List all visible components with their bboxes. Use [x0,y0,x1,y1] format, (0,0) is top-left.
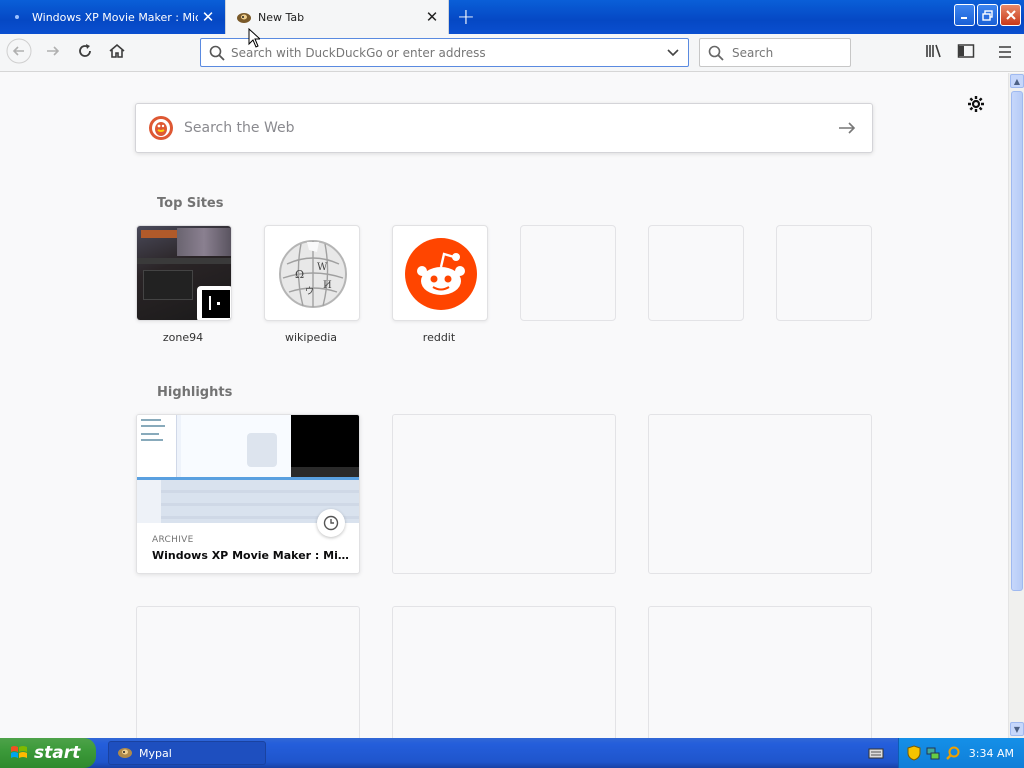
top-site-empty-slot [776,225,872,321]
highlights-heading: Highlights [157,385,233,400]
back-button[interactable] [5,38,33,68]
vertical-scrollbar[interactable]: ▲ ▼ [1008,73,1024,738]
sidebar-icon [957,43,975,63]
scroll-up-arrow-icon[interactable]: ▲ [1010,74,1024,88]
top-site-label: reddit [422,331,456,344]
restore-button[interactable] [977,4,998,26]
new-tab-page: Top Sites zone94 Ω WИウ wikipedia reddit H… [0,73,1008,738]
svg-text:Ω: Ω [295,268,304,281]
scrollbar-thumb[interactable] [1011,91,1023,591]
mypal-favicon-icon [236,10,251,24]
forward-button[interactable] [39,39,67,67]
taskbar-clock: 3:34 AM [968,746,1014,760]
reload-icon [76,42,94,64]
taskbar-item-mypal[interactable]: Mypal [108,741,266,765]
windows-logo-icon [10,744,28,762]
menu-button[interactable] [991,39,1019,67]
highlight-thumbnail [137,415,359,523]
home-button[interactable] [103,39,131,67]
forward-arrow-icon [44,42,62,64]
windows-taskbar: start Mypal 3:34 AM [0,738,1024,768]
tab-movie-maker[interactable]: Windows XP Movie Maker : Microsoft ✕ [0,0,224,34]
web-search-input[interactable] [184,120,838,136]
highlight-empty-slot [648,414,872,574]
security-shield-icon[interactable] [907,745,921,761]
navigation-toolbar [0,34,1024,72]
close-tab-icon[interactable]: ✕ [198,7,218,27]
clock-icon [317,509,345,537]
svg-text:W: W [317,262,328,273]
page-favicon-icon [10,10,24,24]
highlight-empty-slot [392,606,616,738]
zone94-thumbnail [137,226,231,320]
gear-icon [967,95,985,117]
svg-text:И: И [323,280,332,291]
tab-title: New Tab [258,10,305,24]
highlight-title: Windows XP Movie Maker : Micr... [152,549,352,562]
customize-button[interactable] [965,95,987,117]
title-bar: Windows XP Movie Maker : Microsoft ✕ New… [0,0,1024,34]
top-site-label: zone94 [162,331,204,344]
search-tray-icon[interactable] [945,745,961,761]
hamburger-menu-icon [997,44,1013,63]
minimize-button[interactable] [954,4,975,26]
highlight-card[interactable]: ARCHIVE Windows XP Movie Maker : Micr... [136,414,360,574]
start-label: start [34,743,81,763]
reddit-icon [404,237,478,315]
search-input[interactable] [732,45,882,60]
start-button[interactable]: start [0,738,96,768]
arrow-right-icon[interactable] [838,121,856,135]
reload-button[interactable] [71,39,99,67]
scroll-down-arrow-icon[interactable]: ▼ [1010,722,1024,736]
library-icon [925,43,943,63]
back-arrow-icon [6,38,32,68]
network-icon[interactable] [925,745,941,761]
mypal-app-icon [117,746,133,760]
svg-text:ウ: ウ [305,286,314,297]
top-site-zone94[interactable] [136,225,232,321]
home-icon [108,42,126,64]
highlight-empty-slot [392,414,616,574]
top-site-empty-slot [520,225,616,321]
tab-title: Windows XP Movie Maker : Microsoft [32,10,198,24]
top-site-reddit[interactable] [392,225,488,321]
library-button[interactable] [920,39,948,67]
mouse-cursor-icon [248,28,260,48]
highlight-source: ARCHIVE [152,535,194,545]
url-input[interactable] [231,45,666,60]
url-bar[interactable] [200,38,689,67]
search-bar[interactable] [699,38,882,67]
close-window-button[interactable] [1000,4,1021,26]
new-tab-button[interactable]: + [452,4,480,30]
top-sites-heading: Top Sites [157,196,224,211]
wikipedia-globe-icon: Ω WИウ [277,238,349,314]
top-site-wikipedia[interactable]: Ω WИウ [264,225,360,321]
chevron-down-icon[interactable] [666,48,680,58]
highlight-empty-slot [136,606,360,738]
taskbar-item-label: Mypal [139,746,172,760]
keyboard-icon[interactable] [868,746,884,760]
system-tray: 3:34 AM [898,738,1024,768]
sidebar-toggle-button[interactable] [952,39,980,67]
close-tab-icon[interactable]: ✕ [422,7,442,27]
web-search-box[interactable] [135,103,873,153]
search-icon [708,45,724,61]
search-icon [209,45,225,61]
duckduckgo-logo-icon [148,115,174,141]
highlight-empty-slot [648,606,872,738]
top-site-empty-slot [648,225,744,321]
top-site-label: wikipedia [284,331,337,344]
